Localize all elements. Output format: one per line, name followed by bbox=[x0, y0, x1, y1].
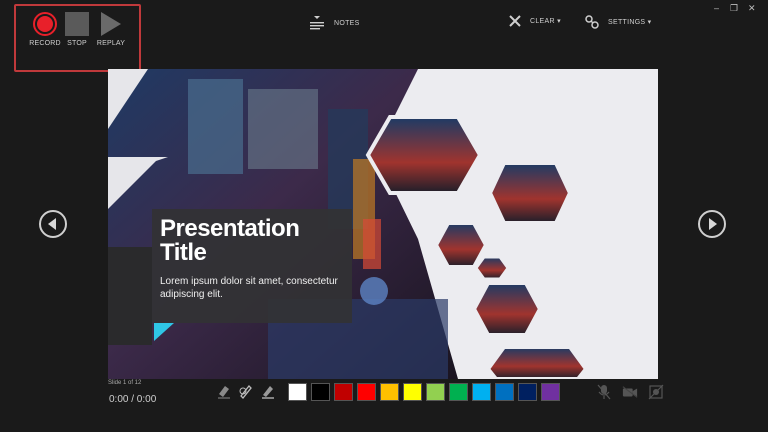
close-button[interactable]: ✕ bbox=[748, 3, 756, 14]
camera-icon bbox=[622, 386, 638, 398]
next-slide-button[interactable] bbox=[698, 210, 726, 238]
color-palette bbox=[288, 383, 560, 401]
color-swatch[interactable] bbox=[380, 383, 399, 401]
microphone-icon bbox=[597, 384, 611, 400]
stop-button[interactable]: STOP bbox=[60, 12, 94, 47]
color-swatch[interactable] bbox=[403, 383, 422, 401]
clear-button[interactable]: CLEAR ▾ bbox=[508, 14, 561, 28]
prev-slide-icon bbox=[48, 218, 56, 230]
slide-counter: Slide 1 of 12 bbox=[108, 380, 142, 386]
color-swatch[interactable] bbox=[518, 383, 537, 401]
highlighter-button[interactable] bbox=[260, 383, 276, 399]
settings-button[interactable]: SETTINGS ▾ bbox=[584, 14, 651, 30]
color-swatch[interactable] bbox=[334, 383, 353, 401]
color-swatch[interactable] bbox=[357, 383, 376, 401]
recording-toolbar: RECORD STOP REPLAY bbox=[14, 4, 141, 72]
slide-subtitle: Lorem ipsum dolor sit amet, consectetur … bbox=[160, 276, 338, 300]
next-slide-icon bbox=[709, 218, 717, 230]
previous-slide-button[interactable] bbox=[39, 210, 67, 238]
pen-icon bbox=[239, 385, 252, 399]
notes-button[interactable]: NOTES bbox=[308, 14, 360, 32]
settings-icon bbox=[585, 15, 599, 29]
color-swatch[interactable] bbox=[426, 383, 445, 401]
timer: 0:00 / 0:00 bbox=[109, 394, 157, 405]
slide-left-panel bbox=[108, 247, 152, 345]
stop-label: STOP bbox=[67, 40, 87, 47]
minimize-button[interactable]: – bbox=[714, 3, 719, 13]
camera-preview-icon bbox=[648, 384, 664, 400]
replay-icon bbox=[101, 12, 121, 36]
color-swatch[interactable] bbox=[472, 383, 491, 401]
camera-button[interactable] bbox=[622, 384, 638, 400]
record-icon bbox=[33, 12, 57, 36]
settings-label: SETTINGS ▾ bbox=[608, 19, 652, 26]
slide-title: Presentation Title bbox=[160, 215, 300, 266]
ink-tools bbox=[216, 383, 276, 399]
record-button[interactable]: RECORD bbox=[28, 12, 62, 47]
accent-triangle bbox=[154, 323, 174, 341]
camera-preview-button[interactable] bbox=[648, 384, 664, 400]
eraser-button[interactable] bbox=[216, 383, 232, 399]
slide-canvas: Presentation Title Lorem ipsum dolor sit… bbox=[108, 69, 658, 379]
clear-icon bbox=[509, 15, 521, 27]
replay-button[interactable]: REPLAY bbox=[94, 12, 128, 47]
record-label: RECORD bbox=[29, 40, 61, 47]
color-swatch[interactable] bbox=[541, 383, 560, 401]
microphone-button[interactable] bbox=[596, 384, 612, 400]
media-controls bbox=[596, 384, 664, 400]
color-swatch[interactable] bbox=[495, 383, 514, 401]
replay-label: REPLAY bbox=[96, 40, 126, 47]
color-swatch[interactable] bbox=[449, 383, 468, 401]
color-swatch[interactable] bbox=[311, 383, 330, 401]
color-swatch[interactable] bbox=[288, 383, 307, 401]
eraser-icon bbox=[218, 386, 230, 399]
highlighter-icon bbox=[262, 386, 274, 399]
clear-label: CLEAR ▾ bbox=[530, 18, 561, 25]
notes-icon bbox=[310, 16, 324, 30]
pen-button[interactable] bbox=[238, 383, 254, 399]
title-box: Presentation Title Lorem ipsum dolor sit… bbox=[152, 209, 352, 323]
stop-icon bbox=[65, 12, 89, 36]
restore-button[interactable]: ❐ bbox=[730, 3, 738, 14]
notes-label: NOTES bbox=[334, 19, 360, 27]
